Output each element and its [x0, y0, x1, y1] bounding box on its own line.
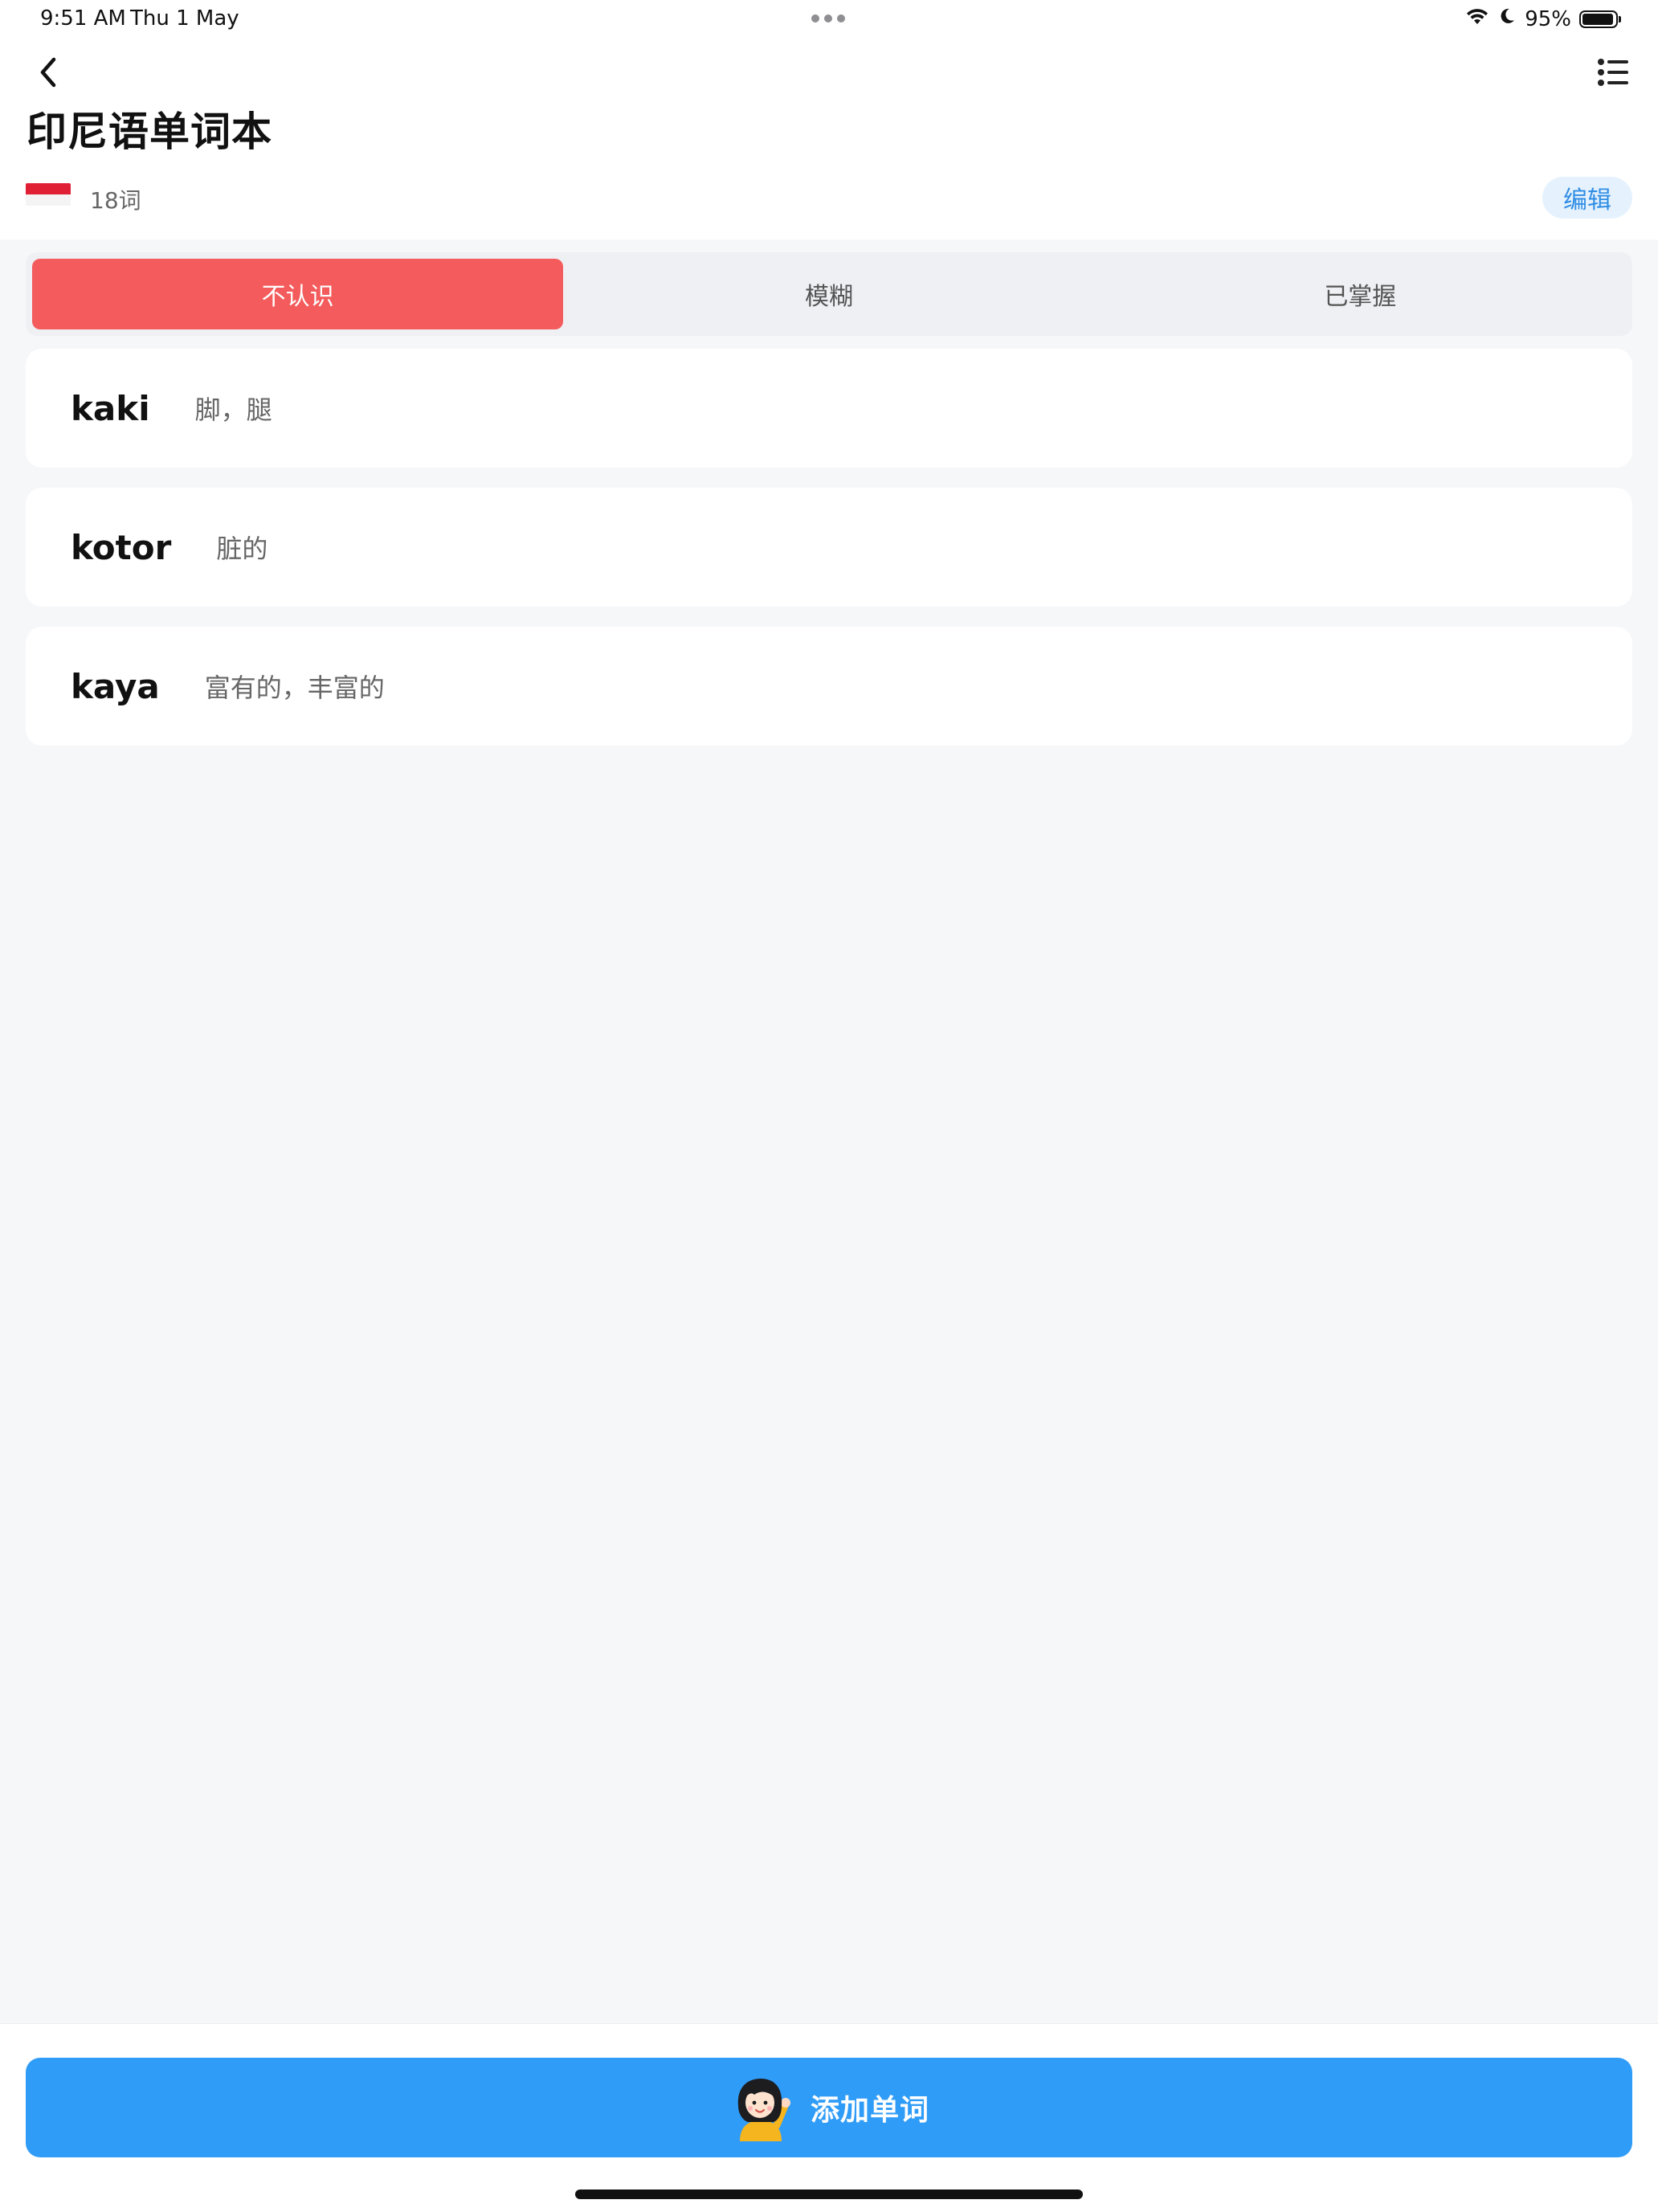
- word-text: kotor: [71, 527, 172, 567]
- page-title: 印尼语单词本: [27, 108, 272, 155]
- word-text: kaki: [71, 388, 150, 428]
- chevron-left-icon: [40, 57, 56, 88]
- status-time: 9:51 AM: [40, 6, 126, 31]
- status-bar: 9:51 AM Thu 1 May 95%: [0, 0, 1658, 39]
- add-word-label: 添加单词: [810, 2094, 929, 2127]
- word-text: kaya: [71, 666, 160, 706]
- battery-icon: [1579, 10, 1621, 28]
- tab-fuzzy[interactable]: 模糊: [563, 259, 1094, 329]
- header: 印尼语单词本 18词 编辑: [0, 39, 1658, 239]
- status-tabs: 不认识 模糊 已掌握: [26, 252, 1632, 336]
- word-meaning: 脚，腿: [194, 395, 272, 425]
- tab-unknown[interactable]: 不认识: [32, 259, 564, 329]
- word-card[interactable]: kotor 脏的: [26, 488, 1632, 607]
- waving-girl-icon: [737, 2079, 790, 2141]
- tab-mastered[interactable]: 已掌握: [1095, 259, 1626, 329]
- battery-percent: 95%: [1525, 6, 1571, 31]
- back-button[interactable]: [24, 48, 72, 96]
- multitasking-dots-icon[interactable]: [811, 14, 845, 22]
- word-count: 18词: [90, 187, 141, 214]
- word-meaning: 富有的，丰富的: [204, 673, 385, 703]
- status-date: Thu 1 May: [130, 6, 239, 31]
- word-list: kaki 脚，腿 kotor 脏的 kaya 富有的，丰富的: [26, 349, 1632, 766]
- home-indicator[interactable]: [575, 2190, 1083, 2199]
- edit-button[interactable]: 编辑: [1542, 177, 1632, 219]
- word-card[interactable]: kaya 富有的，丰富的: [26, 627, 1632, 746]
- add-word-button[interactable]: 添加单词: [26, 2058, 1632, 2157]
- word-card[interactable]: kaki 脚，腿: [26, 349, 1632, 468]
- bottom-bar: 添加单词: [0, 2023, 1658, 2212]
- indonesia-flag-icon: [26, 183, 71, 206]
- moon-icon: [1497, 6, 1517, 31]
- wifi-icon: [1465, 6, 1489, 31]
- battery-fill: [1582, 13, 1613, 25]
- status-indicators: 95%: [1465, 6, 1621, 31]
- word-meaning: 脏的: [216, 534, 268, 564]
- list-icon: [1598, 59, 1628, 86]
- list-menu-button[interactable]: [1591, 50, 1636, 95]
